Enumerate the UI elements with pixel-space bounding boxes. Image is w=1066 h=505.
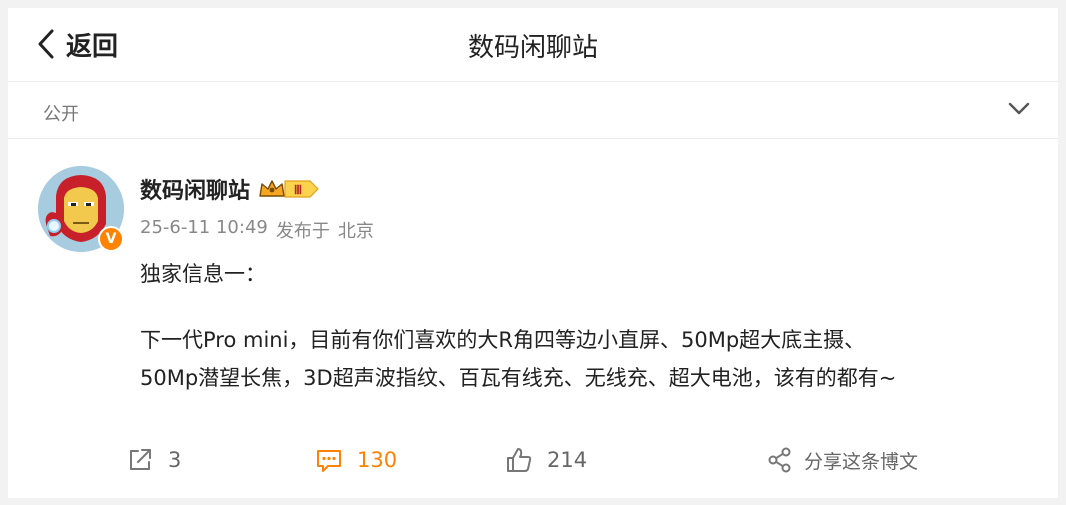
visibility-label: 公开 xyxy=(43,104,79,125)
repost-icon xyxy=(130,449,151,470)
post-detail-card: 返回 数码闲聊站 公开 V 数码闲聊站 Ⅲ 25-6-11 10:49 发布于 … xyxy=(8,8,1058,498)
share-post-button[interactable]: 分享这条博文 xyxy=(766,444,918,476)
action-bar: 3 130 214 分享这条博文 xyxy=(8,440,1058,480)
visibility-selector[interactable]: 公开 xyxy=(8,82,1058,139)
post-text-line: 下一代Pro mini，目前有你们喜欢的大R角四等边小直屏、50Mp超大底主摄、 xyxy=(140,328,866,352)
vip-crown-badge-icon[interactable]: Ⅲ xyxy=(258,176,320,202)
post-meta: 25-6-11 10:49 发布于 北京 xyxy=(140,217,374,243)
share-icon xyxy=(768,447,791,473)
post-text-line: 50Mp潜望长焦，3D超声波指纹、百瓦有线充、无线充、超大电池，该有的都有~ xyxy=(140,366,897,390)
post-text-spacer xyxy=(140,288,1040,316)
like-count: 214 xyxy=(547,448,588,472)
author-name[interactable]: 数码闲聊站 xyxy=(140,173,250,205)
posted-from-label: 发布于 xyxy=(275,221,330,242)
top-bar: 返回 数码闲聊站 xyxy=(8,8,1058,82)
comment-count: 130 xyxy=(357,448,398,472)
post-timestamp: 25-6-11 10:49 xyxy=(140,217,268,238)
repost-count: 3 xyxy=(168,448,182,472)
post-location: 北京 xyxy=(337,221,374,242)
thumbs-up-icon xyxy=(507,448,532,472)
avatar-container[interactable]: V xyxy=(38,166,124,252)
comment-button[interactable]: 130 xyxy=(315,444,397,476)
vip-level-text: Ⅲ xyxy=(294,183,302,197)
post-text-line: 独家信息一： xyxy=(140,262,266,286)
share-label: 分享这条博文 xyxy=(804,450,919,473)
chevron-down-icon[interactable] xyxy=(1008,102,1030,116)
comment-icon xyxy=(317,450,341,472)
repost-button[interactable]: 3 xyxy=(126,444,181,476)
verified-badge: V xyxy=(98,226,124,252)
like-button[interactable]: 214 xyxy=(505,444,587,476)
page-title: 数码闲聊站 xyxy=(467,33,598,63)
post-content: 独家信息一： 下一代Pro mini，目前有你们喜欢的大R角四等边小直屏、50M… xyxy=(140,260,1040,392)
author-row: 数码闲聊站 Ⅲ xyxy=(140,174,320,204)
